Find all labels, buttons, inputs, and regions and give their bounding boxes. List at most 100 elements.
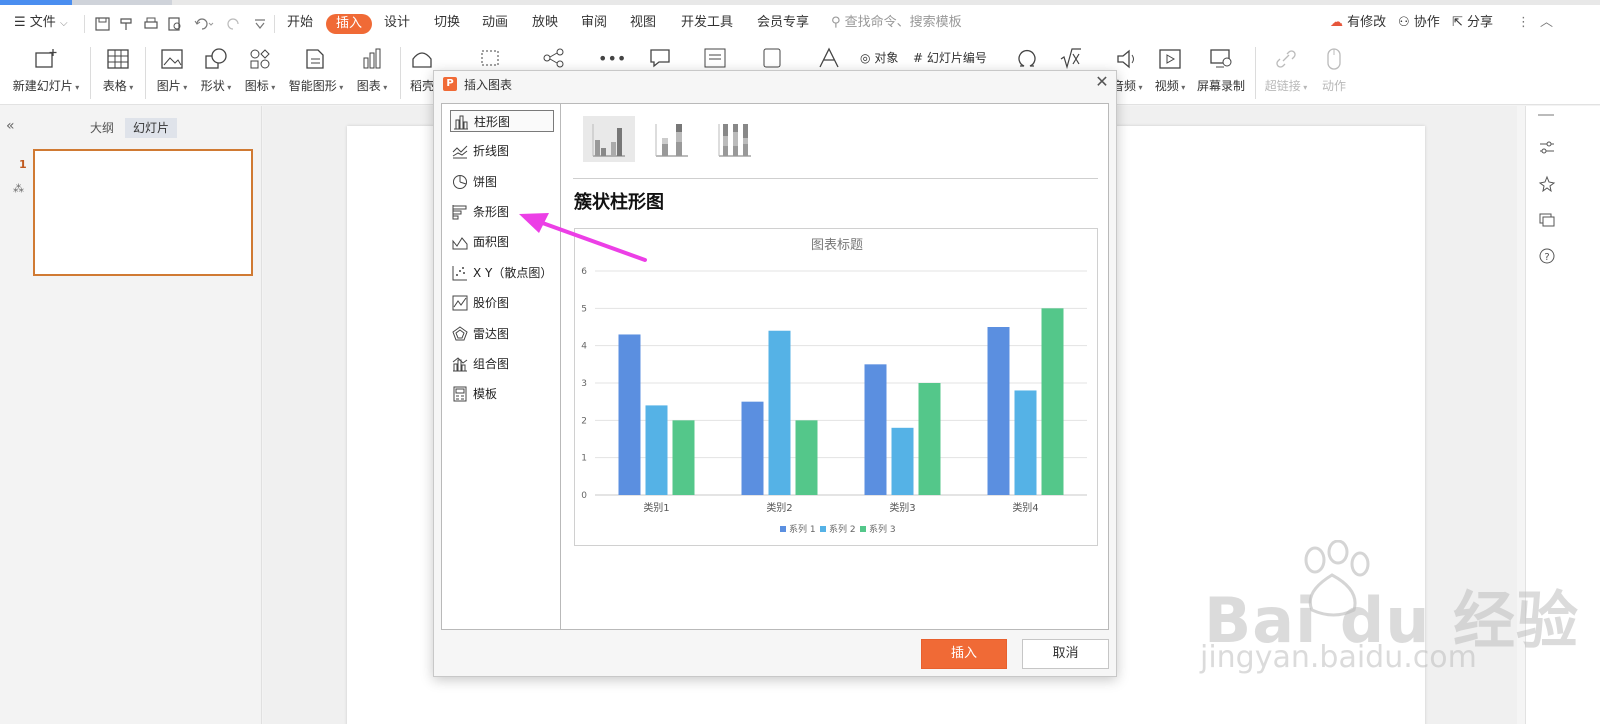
symbol-icon[interactable] (1014, 46, 1040, 70)
icon-button[interactable]: 图标 ▾ (242, 45, 278, 101)
tab-home[interactable]: 开始 (287, 5, 313, 41)
insert-button[interactable]: 插入 (921, 639, 1007, 669)
date-icon[interactable] (759, 46, 785, 70)
slide-thumbnail[interactable] (33, 149, 253, 276)
chart-type-radar[interactable]: 雷达图 (450, 323, 554, 345)
chart-type-column[interactable]: 柱形图 (450, 110, 554, 132)
tab-member[interactable]: 会员专享 (757, 5, 809, 41)
formula-icon[interactable] (1058, 46, 1084, 70)
slide-transition-icon[interactable] (1538, 211, 1556, 229)
tab-transition[interactable]: 切换 (434, 5, 460, 41)
x-tick-label: 类别3 (889, 501, 915, 514)
new-slide-button[interactable]: 新建幻灯片 ▾ (12, 45, 80, 101)
picture-button[interactable]: 图片 ▾ (154, 45, 190, 101)
share-button[interactable]: ⇱ 分享 (1452, 5, 1493, 41)
collaborate-button[interactable]: ⚇ 协作 (1398, 5, 1440, 41)
print-preview-icon[interactable] (167, 17, 183, 31)
bar-chart-icon (452, 205, 467, 220)
svg-text:?: ? (1544, 252, 1549, 263)
tab-slideshow[interactable]: 放映 (532, 5, 558, 41)
save-icon[interactable] (95, 17, 111, 31)
command-search[interactable]: ⚲ 查找命令、搜索模板 (831, 5, 962, 41)
flowchart-icon[interactable] (541, 46, 567, 70)
tab-outline[interactable]: 大纲 (82, 118, 122, 138)
screen-record-button[interactable]: 屏幕录制 (1196, 45, 1246, 101)
table-button[interactable]: 表格 ▾ (100, 45, 136, 101)
wordart-icon[interactable] (816, 46, 842, 70)
customize-toolbar-icon[interactable] (252, 17, 268, 31)
chart-type-label: 折线图 (473, 144, 510, 158)
print-icon[interactable] (143, 17, 159, 31)
chart-type-line[interactable]: 折线图 (450, 140, 554, 162)
tab-animation[interactable]: 动画 (482, 5, 508, 41)
chart-preview: 图表标题 0 1 2 3 4 5 6 类别1 类别2 类别3 类别4 系列 1 系列 2 系列 3 (574, 228, 1098, 546)
close-icon[interactable]: ✕ (1094, 74, 1110, 90)
screen-record-label: 屏幕录制 (1196, 79, 1245, 93)
y-tick-label: 0 (581, 491, 587, 501)
hyperlink-button[interactable]: 超链接 ▾ (1264, 45, 1308, 101)
textbox-icon[interactable] (478, 46, 504, 70)
divider (400, 47, 401, 99)
shape-button[interactable]: 形状 ▾ (198, 45, 234, 101)
tab-developer[interactable]: 开发工具 (681, 5, 733, 41)
smartart-button[interactable]: 智能图形 ▾ (287, 45, 345, 101)
x-tick-label: 类别4 (1012, 501, 1038, 514)
column-chart-icon (454, 115, 468, 130)
tab-design[interactable]: 设计 (384, 5, 410, 41)
chart-type-template[interactable]: 模板 (450, 383, 554, 405)
chart-button[interactable]: 图表 ▾ (354, 45, 390, 101)
chart-label: 图表 (356, 79, 381, 93)
chart-type-label: 股价图 (473, 296, 510, 310)
bar (1014, 390, 1037, 495)
tab-review[interactable]: 审阅 (581, 5, 607, 41)
object-icon: ◎ (860, 51, 871, 65)
share-icon: ⇱ (1452, 15, 1463, 30)
header-footer-icon[interactable] (702, 46, 728, 70)
redo-icon[interactable] (226, 17, 242, 31)
object-label: 对象 (874, 51, 899, 65)
tab-insert[interactable]: 插入 (326, 14, 373, 34)
properties-icon[interactable] (1538, 139, 1556, 157)
chart-type-stock[interactable]: 股价图 (450, 292, 554, 314)
cancel-button[interactable]: 取消 (1022, 639, 1109, 669)
chart-type-scatter[interactable]: X Y（散点图） (450, 262, 554, 284)
table-icon (107, 49, 129, 69)
dialog-titlebar[interactable]: P 插入图表 ✕ (434, 71, 1116, 97)
shape-label: 形状 (200, 79, 225, 93)
collapse-ribbon-icon[interactable]: ︿ (1540, 5, 1553, 41)
divider (274, 15, 275, 33)
y-tick-label: 1 (581, 454, 587, 464)
annotation-arrow (519, 213, 647, 262)
pin-icon[interactable] (1538, 175, 1556, 193)
tab-slides[interactable]: 幻灯片 (125, 118, 178, 138)
undo-icon[interactable] (193, 17, 215, 31)
area-chart-icon (452, 237, 468, 250)
slide-number-label: 幻灯片编号 (926, 51, 987, 65)
format-painter-icon[interactable] (119, 17, 135, 31)
stacked-column-subtype[interactable] (646, 116, 698, 162)
more-dots-icon[interactable]: ••• (598, 49, 626, 68)
action-button[interactable]: 动作 (1320, 45, 1348, 101)
comment-icon[interactable] (648, 46, 674, 70)
y-tick-label: 5 (581, 304, 587, 314)
search-input[interactable]: 查找命令、搜索模板 (845, 15, 962, 30)
bar (768, 330, 791, 495)
picture-icon (161, 49, 183, 69)
video-button[interactable]: 视频 ▾ (1152, 45, 1188, 101)
help-icon[interactable]: ? (1538, 247, 1556, 265)
file-menu[interactable]: ☰ 文件 ⌵ (14, 5, 68, 41)
divider (145, 47, 146, 99)
more-icon[interactable]: ⋮ (1517, 5, 1530, 41)
bar (918, 383, 941, 495)
chart-type-pie[interactable]: 饼图 (450, 171, 554, 193)
icons-icon (250, 49, 270, 69)
clustered-column-subtype[interactable] (583, 116, 635, 162)
daoke-button[interactable]: 稻壳 (409, 45, 435, 101)
object-button[interactable]: ◎ 对象 (860, 49, 898, 67)
chart-type-combo[interactable]: 组合图 (450, 353, 554, 375)
percent-stacked-column-subtype[interactable] (709, 116, 761, 162)
modified-status[interactable]: ☁ 有修改 (1330, 5, 1386, 41)
slide-number-button[interactable]: # 幻灯片编号 (913, 49, 987, 67)
tab-view[interactable]: 视图 (630, 5, 656, 41)
user-add-icon: ⚇ (1398, 15, 1410, 30)
